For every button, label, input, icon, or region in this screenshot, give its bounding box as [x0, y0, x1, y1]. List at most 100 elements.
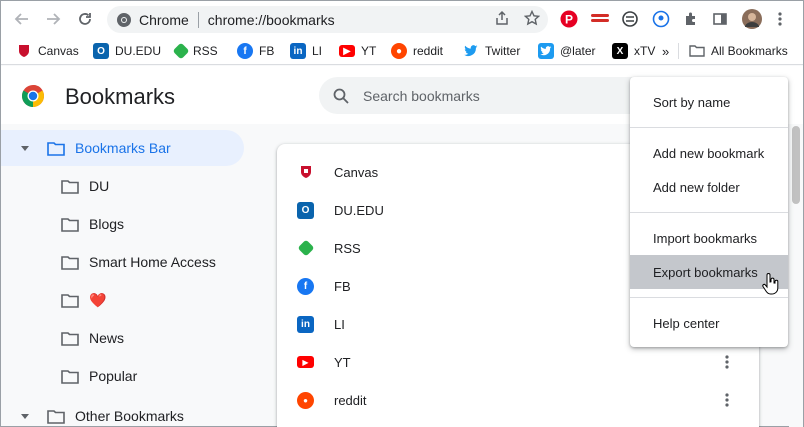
youtube-icon: ▶ [297, 356, 314, 368]
tree-item-bookmarks-bar[interactable]: Bookmarks Bar [1, 130, 244, 166]
tree-item-blogs[interactable]: Blogs [61, 206, 124, 242]
tree-item-label: Bookmarks Bar [75, 140, 171, 156]
sync-extension[interactable] [619, 8, 641, 30]
bookmark-rss[interactable]: RSS [172, 41, 218, 61]
menu-divider [630, 212, 788, 213]
facebook-icon: f [297, 277, 314, 295]
reload-icon [79, 13, 91, 25]
organize-menu: Sort by name Add new bookmark Add new fo… [630, 77, 788, 347]
arrow-right-icon [47, 13, 61, 25]
bookmark-label: YT [361, 44, 377, 58]
all-bookmarks-button[interactable]: All Bookmarks [689, 41, 788, 61]
extensions-button[interactable] [680, 8, 702, 30]
menu-item-import-bookmarks[interactable]: Import bookmarks [630, 221, 788, 255]
shield-icon [652, 10, 670, 28]
bookmark-later[interactable]: @later [538, 41, 596, 61]
tree-item-label: Popular [89, 368, 138, 384]
stripes-icon [591, 14, 609, 22]
svg-text:P: P [565, 13, 573, 27]
bookmark-yt[interactable]: ▶ YT [339, 41, 376, 61]
omnibox-divider [197, 11, 199, 28]
bookmark-canvas[interactable]: Canvas [16, 41, 79, 61]
list-item-yt[interactable]: ▶ YT [277, 343, 759, 381]
linkedin-icon: in [290, 43, 306, 59]
bookmark-label: LI [312, 44, 323, 58]
tree-item-popular[interactable]: Popular [61, 358, 137, 394]
menu-item-help-center[interactable]: Help center [630, 306, 788, 340]
tree-item-label: ❤️ [89, 291, 107, 308]
side-panel-button[interactable] [709, 8, 731, 30]
folder-icon [61, 369, 79, 384]
caret-down-icon[interactable] [20, 143, 30, 153]
chrome-menu-button[interactable] [769, 8, 791, 30]
folder-tree: Bookmarks Bar DU Blogs Smart Home Access… [1, 124, 261, 427]
bookmark-li[interactable]: in LI [290, 41, 322, 61]
reload-button[interactable] [73, 7, 97, 31]
bookmark-fb[interactable]: f FB [237, 41, 274, 61]
menu-item-add-new-bookmark[interactable]: Add new bookmark [630, 136, 788, 170]
site-chip[interactable]: Chrome [107, 12, 189, 28]
bookmarks-overflow-button[interactable]: » [662, 41, 669, 61]
page-title: Bookmarks [65, 84, 176, 109]
side-panel-icon [713, 13, 727, 25]
caret-down-icon[interactable] [20, 411, 30, 421]
bookmark-reddit[interactable]: ● reddit [391, 41, 443, 61]
page-scrollbar[interactable] [789, 124, 803, 427]
tree-item-news[interactable]: News [61, 320, 124, 356]
list-item-reddit[interactable]: ● reddit [277, 381, 759, 419]
menu-item-add-new-folder[interactable]: Add new folder [630, 170, 788, 204]
more-actions-button[interactable] [717, 390, 737, 410]
lastpass-extension[interactable] [589, 8, 611, 30]
tree-item-label: Smart Home Access [89, 254, 216, 270]
share-icon[interactable] [494, 10, 510, 26]
url-text[interactable]: chrome://bookmarks [208, 12, 335, 28]
bookmark-label: Twitter [485, 44, 521, 58]
bookmark-label: RSS [193, 44, 218, 58]
twitter-icon [538, 43, 554, 59]
back-button[interactable] [10, 7, 34, 31]
puzzle-icon [686, 12, 695, 25]
list-item-label: YT [334, 354, 351, 370]
more-vert-icon [725, 393, 729, 407]
folder-icon [47, 409, 65, 424]
arrow-left-icon [14, 13, 28, 25]
profile-avatar[interactable] [741, 8, 763, 30]
star-icon[interactable] [524, 10, 540, 26]
twitter-icon [463, 43, 479, 59]
address-bar[interactable]: Chrome chrome://bookmarks [107, 6, 548, 33]
folder-icon [61, 293, 79, 308]
tree-item-smart-home-access[interactable]: Smart Home Access [61, 244, 216, 280]
bookmark-xtv[interactable]: X xTV [612, 41, 655, 61]
avatar-icon [742, 9, 762, 29]
bookmark-label: xTV [634, 44, 656, 58]
scrollbar-thumb[interactable] [792, 126, 800, 204]
facebook-icon: f [237, 43, 253, 59]
tree-item-du[interactable]: DU [61, 168, 109, 204]
tree-item-heart[interactable]: ❤️ [61, 282, 106, 318]
list-item-label: LI [334, 316, 345, 332]
list-item-label: Canvas [334, 164, 379, 180]
list-item-label: RSS [334, 240, 361, 256]
search-input[interactable] [363, 87, 643, 104]
more-vert-icon [778, 12, 782, 26]
tree-item-other-bookmarks[interactable]: Other Bookmarks [1, 398, 244, 427]
forward-button[interactable] [41, 7, 65, 31]
folder-icon [61, 255, 79, 270]
browser-toolbar: Chrome chrome://bookmarks P [1, 1, 803, 37]
outlook-icon: O [93, 43, 109, 59]
canvas-icon [297, 164, 314, 181]
search-bookmarks-box[interactable] [319, 77, 663, 114]
folder-icon [61, 331, 79, 346]
bookmark-du-edu[interactable]: O DU.EDU [93, 41, 161, 61]
bookmarks-divider [678, 43, 679, 59]
list-item-label: FB [334, 278, 351, 294]
menu-item-sort-by-name[interactable]: Sort by name [630, 85, 788, 119]
bookmark-twitter[interactable]: Twitter [463, 41, 520, 61]
canvas-icon [16, 43, 32, 59]
sync-icon [622, 11, 638, 27]
more-vert-icon [725, 355, 729, 369]
pinterest-extension[interactable]: P [558, 8, 580, 30]
account-extension[interactable] [650, 8, 672, 30]
outlook-icon: O [297, 201, 314, 219]
more-actions-button[interactable] [717, 352, 737, 372]
